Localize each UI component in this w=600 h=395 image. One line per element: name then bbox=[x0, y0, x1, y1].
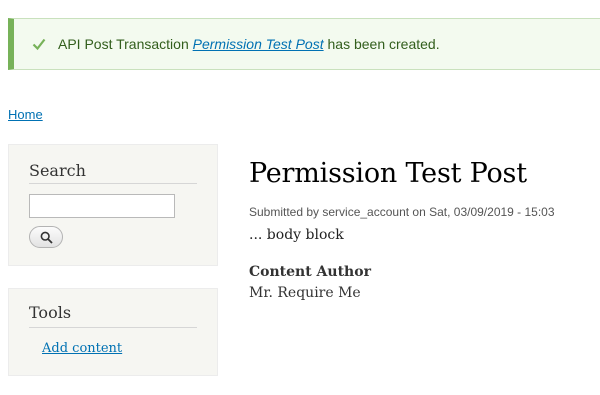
search-block: Search bbox=[8, 144, 218, 266]
tools-block-divider bbox=[29, 327, 197, 328]
content-author-value: Mr. Require Me bbox=[249, 285, 361, 301]
content-author-label: Content Author bbox=[249, 264, 371, 280]
checkmark-icon bbox=[32, 38, 46, 51]
status-message: API Post Transaction Permission Test Pos… bbox=[8, 18, 600, 70]
breadcrumb: Home bbox=[8, 107, 43, 122]
status-suffix: has been created. bbox=[323, 36, 440, 52]
main-content: Permission Test Post Submitted by servic… bbox=[249, 158, 594, 301]
search-icon bbox=[40, 231, 53, 244]
status-prefix: API Post Transaction bbox=[58, 36, 193, 52]
search-input[interactable] bbox=[29, 194, 175, 218]
submitted-info: Submitted by service_account on Sat, 03/… bbox=[249, 205, 555, 219]
node-body: ... body block bbox=[249, 227, 344, 243]
add-content-link[interactable]: Add content bbox=[42, 341, 122, 356]
tools-block: Tools Add content bbox=[8, 288, 218, 376]
status-post-link[interactable]: Permission Test Post bbox=[193, 36, 324, 52]
tools-block-title: Tools bbox=[29, 303, 72, 322]
page-title: Permission Test Post bbox=[249, 158, 527, 189]
search-block-title: Search bbox=[29, 161, 86, 180]
search-block-divider bbox=[29, 183, 197, 184]
search-button[interactable] bbox=[29, 226, 63, 248]
breadcrumb-home-link[interactable]: Home bbox=[8, 107, 43, 122]
status-text: API Post Transaction Permission Test Pos… bbox=[58, 36, 440, 52]
